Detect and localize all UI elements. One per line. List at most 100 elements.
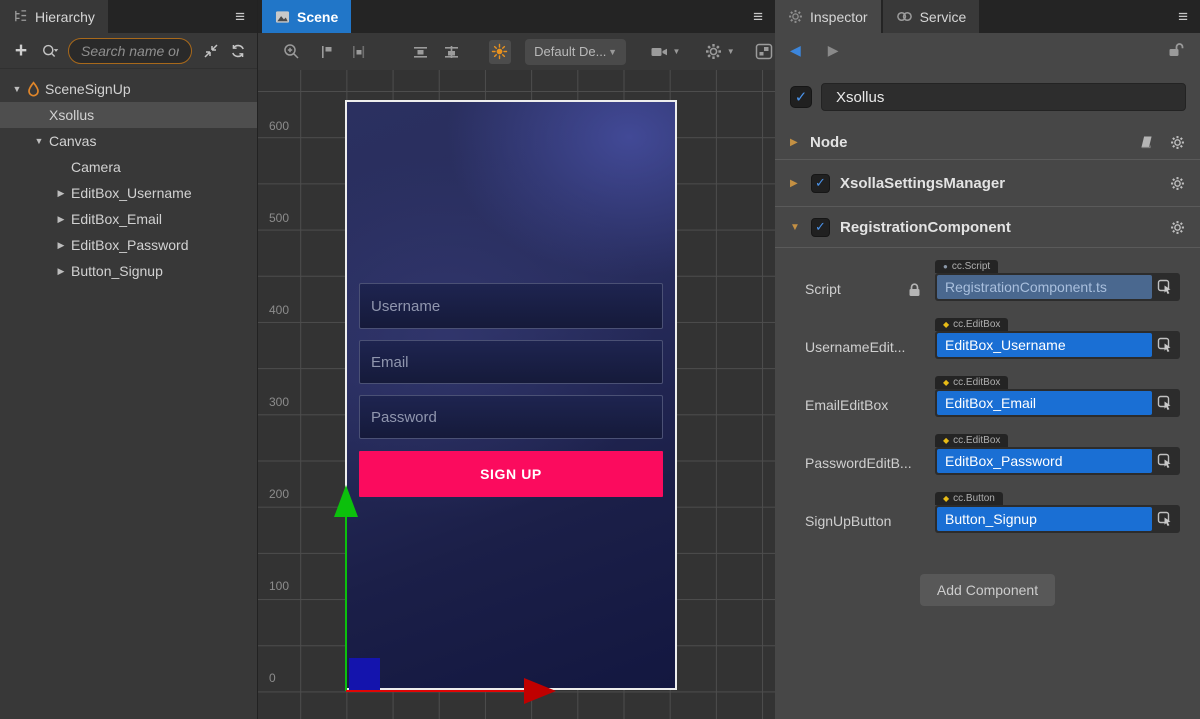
fold-down-icon[interactable]: ▼: [790, 222, 802, 233]
search-filter-icon[interactable]: [40, 40, 62, 62]
distribute-horizontal-icon[interactable]: [440, 40, 462, 64]
node-section-header[interactable]: ▶ Node: [775, 125, 1200, 159]
reference-value: Button_Signup: [945, 511, 1037, 527]
tab-service[interactable]: Service: [883, 0, 980, 33]
preview-input-email[interactable]: Email: [359, 340, 663, 384]
property-value-cell: ◆cc.EditBox EditBox_Password: [935, 430, 1180, 475]
camera-view-icon[interactable]: [648, 40, 670, 64]
distribute-vertical-icon[interactable]: [409, 40, 431, 64]
tree-item-button_signup[interactable]: ▶Button_Signup: [0, 258, 257, 284]
gizmo-settings-icon[interactable]: [702, 40, 724, 64]
reference-field[interactable]: EditBox_Username: [937, 333, 1152, 357]
preview-input-username[interactable]: Username: [359, 283, 663, 329]
node-picker-icon[interactable]: [1152, 337, 1178, 353]
tree-item-editbox_password[interactable]: ▶EditBox_Password: [0, 232, 257, 258]
gizmo-x-axis-arrowhead[interactable]: [524, 678, 556, 704]
reference-field[interactable]: RegistrationComponent.ts: [937, 275, 1152, 299]
add-component-wrap: Add Component: [775, 574, 1200, 606]
reference-field-wrap: Button_Signup: [935, 505, 1180, 533]
tree-item-label: EditBox_Password: [71, 237, 189, 253]
preview-signup-button[interactable]: SIGN UP: [359, 451, 663, 497]
gizmo-light-icon[interactable]: [489, 40, 511, 64]
reference-field-wrap: RegistrationComponent.ts: [935, 273, 1180, 301]
docs-book-icon[interactable]: [1139, 135, 1155, 150]
tab-inspector[interactable]: Inspector: [775, 0, 881, 33]
component-enabled-checkbox[interactable]: ✓: [811, 174, 830, 193]
tree-item-label: EditBox_Username: [71, 185, 192, 201]
chevron-down-icon: ▼: [672, 47, 680, 56]
reference-field[interactable]: EditBox_Password: [937, 449, 1152, 473]
tree-expand-icon[interactable]: ▶: [54, 188, 68, 199]
scene-menu-icon[interactable]: ≡: [753, 7, 763, 27]
preview-input-password[interactable]: Password: [359, 395, 663, 439]
unlock-icon[interactable]: [1167, 42, 1185, 58]
refresh-icon[interactable]: [227, 40, 249, 62]
component-header-xsollasettingsmanager[interactable]: ▶ ✓ XsollaSettingsManager: [775, 160, 1200, 206]
align-left-icon[interactable]: [315, 40, 337, 64]
property-label: PasswordEditB...: [805, 455, 912, 471]
add-node-button[interactable]: +: [10, 40, 32, 62]
inspector-menu-icon[interactable]: ≡: [1178, 7, 1188, 27]
tree-expand-icon[interactable]: ▶: [54, 240, 68, 251]
tree-expand-icon[interactable]: ▶: [54, 214, 68, 225]
tab-scene[interactable]: Scene: [262, 0, 351, 33]
tree-item-camera[interactable]: Camera: [0, 154, 257, 180]
canvas-preview[interactable]: Username Email Password SIGN UP: [345, 100, 677, 690]
component-name: XsollaSettingsManager: [840, 175, 1005, 192]
tab-hierarchy[interactable]: Hierarchy: [0, 0, 108, 33]
tree-item-label: EditBox_Email: [71, 211, 162, 227]
history-forward-icon[interactable]: ▶: [828, 42, 839, 59]
node-name-field[interactable]: Xsollus: [821, 83, 1186, 111]
reference-field[interactable]: EditBox_Email: [937, 391, 1152, 415]
node-picker-icon[interactable]: [1152, 279, 1178, 295]
zoom-icon[interactable]: [280, 40, 302, 64]
node-picker-icon[interactable]: [1152, 453, 1178, 469]
gear-icon[interactable]: [1170, 220, 1185, 235]
chevron-down-icon: ▼: [727, 47, 735, 56]
tree-item-xsollus[interactable]: Xsollus: [0, 102, 257, 128]
component-enabled-checkbox[interactable]: ✓: [811, 218, 830, 237]
node-picker-icon[interactable]: [1152, 511, 1178, 527]
node-section-label: Node: [810, 134, 848, 151]
property-label-cell: SignUpButton: [805, 488, 935, 533]
tree-item-canvas[interactable]: ▼Canvas: [0, 128, 257, 154]
node-picker-icon[interactable]: [1152, 395, 1178, 411]
history-back-icon[interactable]: ◀: [790, 42, 801, 59]
gizmo-x-axis[interactable]: [346, 690, 526, 692]
tree-collapse-icon[interactable]: ▼: [32, 136, 46, 146]
gizmo-y-axis[interactable]: [345, 515, 347, 691]
collapse-all-icon[interactable]: [200, 40, 222, 62]
tree-item-scenesignup[interactable]: ▼SceneSignUp: [0, 76, 257, 102]
gear-icon[interactable]: [1170, 176, 1185, 191]
hierarchy-menu-icon[interactable]: ≡: [235, 7, 245, 27]
tree-item-editbox_username[interactable]: ▶EditBox_Username: [0, 180, 257, 206]
node-enabled-checkbox[interactable]: ✓: [790, 86, 812, 108]
fold-right-icon[interactable]: ▶: [790, 178, 802, 189]
property-row-button: SignUpButton◆cc.ButtonButton_Signup: [805, 488, 1180, 533]
tree-item-editbox_email[interactable]: ▶EditBox_Email: [0, 206, 257, 232]
gear-icon[interactable]: [1170, 135, 1185, 150]
hierarchy-toolbar: +: [0, 33, 257, 69]
search-input[interactable]: [68, 38, 192, 64]
property-label: SignUpButton: [805, 513, 891, 529]
component-header-registrationcomponent[interactable]: ▼ ✓ RegistrationComponent: [775, 207, 1200, 247]
tree-collapse-icon[interactable]: ▼: [10, 84, 24, 94]
type-tag: ◆cc.EditBox: [935, 434, 1008, 447]
property-label-cell: UsernameEdit...: [805, 314, 935, 359]
reference-field[interactable]: Button_Signup: [937, 507, 1152, 531]
tree-item-label: Xsollus: [49, 107, 94, 123]
property-label-cell: PasswordEditB...: [805, 430, 935, 475]
minimap-icon[interactable]: [753, 40, 775, 64]
gizmo-y-axis-arrowhead[interactable]: [334, 485, 358, 517]
fold-right-icon[interactable]: ▶: [790, 137, 802, 148]
add-component-button[interactable]: Add Component: [920, 574, 1055, 606]
type-tag: ◆cc.EditBox: [935, 376, 1008, 389]
align-right-icon[interactable]: [347, 40, 369, 64]
scene-viewport[interactable]: 6005004003002001000 UsernameEmailPasswor…: [258, 70, 775, 719]
tree-expand-icon[interactable]: ▶: [54, 266, 68, 277]
design-resolution-dropdown[interactable]: Default De... ▼: [525, 39, 626, 65]
asset-diamond-icon: ◆: [943, 378, 949, 387]
inspector-tabbar: Inspector Service ≡: [775, 0, 1200, 33]
component-name: RegistrationComponent: [840, 219, 1011, 236]
scene-panel: Scene ≡: [258, 0, 775, 719]
